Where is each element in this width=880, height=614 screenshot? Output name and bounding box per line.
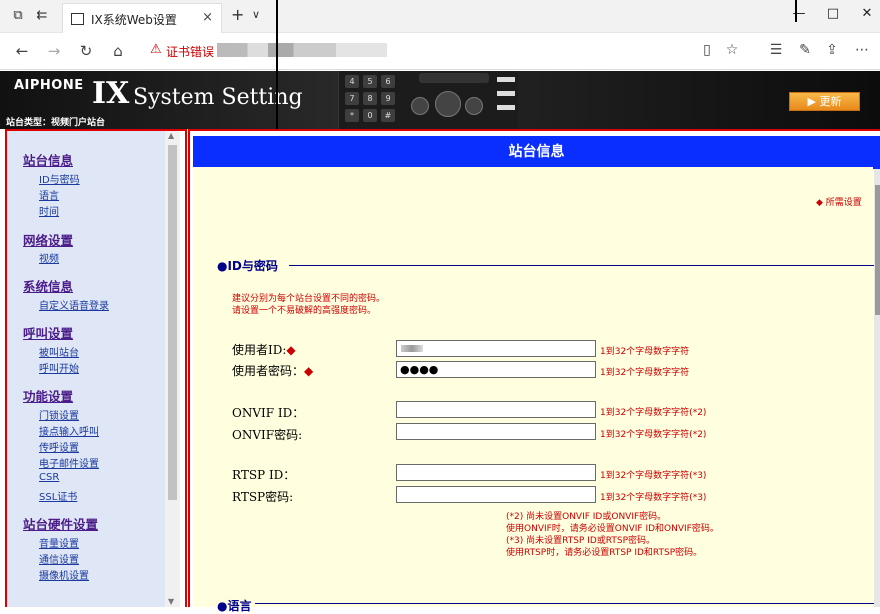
intercom-device-image: 456 789 * 0 # (338, 71, 518, 129)
required-marker: ◆ (286, 343, 296, 357)
rtsp-password-input[interactable] (396, 486, 596, 503)
page-title: 站台信息 (193, 136, 880, 169)
tab-title: IX系统Web设置 (91, 13, 177, 27)
onvif-id-input[interactable] (396, 401, 596, 418)
sidebar-item-csr[interactable]: CSR (39, 472, 59, 483)
update-button[interactable]: ▶ 更新 (789, 92, 860, 111)
tab-actions-icon[interactable]: ⧉ (10, 8, 26, 24)
address-bar: ← → ↻ ⌂ ⚠ 证书错误 ▯ ☆ ☰ ✎ ⇪ ⋯ (0, 33, 880, 70)
rtsp-id-input[interactable] (396, 464, 596, 481)
sidebar: 站台信息 ID与密码 语言 时间 网络设置 视频 系统信息 自定义语音登录 呼叫… (7, 131, 165, 607)
refresh-icon[interactable]: ↻ (76, 42, 96, 60)
set-aside-tabs-icon[interactable]: ⇇ (34, 8, 50, 24)
sidebar-item-call-start[interactable]: 呼叫开始 (39, 360, 79, 375)
sidebar-item-communication[interactable]: 通信设置 (39, 551, 79, 566)
required-legend: ◆ 所需设置 (816, 198, 862, 208)
app-banner: AIPHONE IX System Setting 站台类型：视频门户站台 45… (0, 71, 880, 129)
section-divider (255, 603, 874, 604)
brand-logo: AIPHONE (14, 78, 84, 93)
sidebar-section-network[interactable]: 网络设置 (23, 230, 73, 249)
warning-icon: ⚠ (150, 42, 162, 57)
share-icon[interactable]: ⇪ (822, 42, 842, 58)
sidebar-item-language[interactable]: 语言 (39, 187, 59, 202)
close-window-button[interactable]: ✕ (852, 6, 880, 21)
sidebar-item-volume[interactable]: 音量设置 (39, 535, 79, 550)
pen-icon[interactable]: ✎ (795, 42, 815, 58)
page-icon (71, 13, 84, 25)
sidebar-item-called-station[interactable]: 被叫站台 (39, 344, 79, 359)
field-label-user-password: 使用者密码：◆ (232, 364, 314, 378)
field-hint: 1到32个字母数字字符(*3) (600, 471, 707, 481)
tab-close-icon[interactable]: × (202, 10, 213, 25)
new-tab-button[interactable]: + (231, 5, 244, 24)
scroll-up-icon[interactable]: ▲ (168, 131, 174, 140)
sidebar-item-id-password[interactable]: ID与密码 (39, 171, 80, 186)
browser-tab-bar: ⧉ ⇇ IX系统Web设置 × + ∨ — □ ✕ (0, 0, 880, 33)
footnote-text: 使用RTSP时，请务必设置RTSP ID和RTSP密码。 (506, 548, 703, 558)
field-label-onvif-id: ONVIF ID： (232, 406, 305, 420)
sidebar-item-email[interactable]: 电子邮件设置 (39, 455, 99, 470)
sidebar-item-paging[interactable]: 传呼设置 (39, 439, 79, 454)
forward-icon[interactable]: → (44, 42, 64, 60)
field-hint: 1到32个字母数字字符(*3) (600, 493, 707, 503)
user-password-input[interactable]: ●●●● (396, 361, 596, 378)
ix-logo: IX (92, 76, 130, 111)
field-label-rtsp-password: RTSP密码: (232, 490, 294, 504)
annotation-line (795, 0, 797, 22)
content-scrollbar-thumb[interactable] (875, 185, 880, 315)
browser-tab[interactable]: IX系统Web设置 × (62, 3, 222, 33)
maximize-button[interactable]: □ (818, 6, 848, 21)
sidebar-item-ssl-cert[interactable]: SSL证书 (39, 488, 77, 503)
sidebar-item-custom-sound[interactable]: 自定义语音登录 (39, 297, 109, 312)
sidebar-item-door-lock[interactable]: 门锁设置 (39, 407, 79, 422)
sidebar-item-time[interactable]: 时间 (39, 203, 59, 218)
field-hint: 1到32个字母数字字符 (600, 347, 690, 357)
favorites-list-icon[interactable]: ☰ (766, 42, 786, 58)
favorite-star-icon[interactable]: ☆ (722, 42, 742, 58)
station-type-label: 站台类型：视频门户站台 (6, 118, 106, 128)
section-heading-id-password: ●ID与密码 (217, 259, 278, 273)
sidebar-section-hardware[interactable]: 站台硬件设置 (23, 514, 98, 533)
onvif-password-input[interactable] (396, 423, 596, 440)
reading-view-icon[interactable]: ▯ (697, 42, 717, 58)
home-icon[interactable]: ⌂ (108, 42, 128, 60)
scroll-down-icon[interactable]: ▼ (168, 597, 174, 606)
back-icon[interactable]: ← (12, 42, 32, 60)
sidebar-item-camera[interactable]: 摄像机设置 (39, 567, 89, 582)
advice-text: 请设置一个不易破解的高强度密码。 (232, 306, 377, 316)
sidebar-section-function[interactable]: 功能设置 (23, 386, 73, 405)
more-icon[interactable]: ⋯ (852, 42, 872, 58)
update-button-label: 更新 (819, 95, 842, 108)
required-marker: ◆ (304, 364, 314, 378)
section-heading-language: ●语言 (217, 599, 252, 613)
redacted-value (401, 345, 423, 352)
sidebar-item-video[interactable]: 视频 (39, 250, 59, 265)
url-field[interactable] (217, 43, 387, 57)
sidebar-section-system-info[interactable]: 系统信息 (23, 276, 73, 295)
field-label-rtsp-id: RTSP ID： (232, 468, 296, 482)
tab-menu-chevron-icon[interactable]: ∨ (252, 8, 260, 21)
user-id-input[interactable] (396, 340, 596, 357)
sidebar-section-station-info[interactable]: 站台信息 (23, 150, 73, 169)
field-label-user-id: 使用者ID:◆ (232, 343, 296, 357)
cert-error-label[interactable]: 证书错误 (166, 43, 214, 60)
field-hint: 1到32个字母数字字符(*2) (600, 430, 707, 440)
field-hint: 1到32个字母数字字符 (600, 368, 690, 378)
minimize-button[interactable]: — (784, 6, 814, 21)
sidebar-section-call-settings[interactable]: 呼叫设置 (23, 323, 73, 342)
section-divider (289, 265, 874, 266)
annotation-line (276, 0, 278, 130)
sidebar-item-contact-input-call[interactable]: 接点输入呼叫 (39, 423, 99, 438)
field-hint: 1到32个字母数字字符(*2) (600, 408, 707, 418)
sidebar-scrollbar-thumb[interactable] (168, 145, 177, 500)
field-label-onvif-password: ONVIF密码: (232, 428, 303, 442)
